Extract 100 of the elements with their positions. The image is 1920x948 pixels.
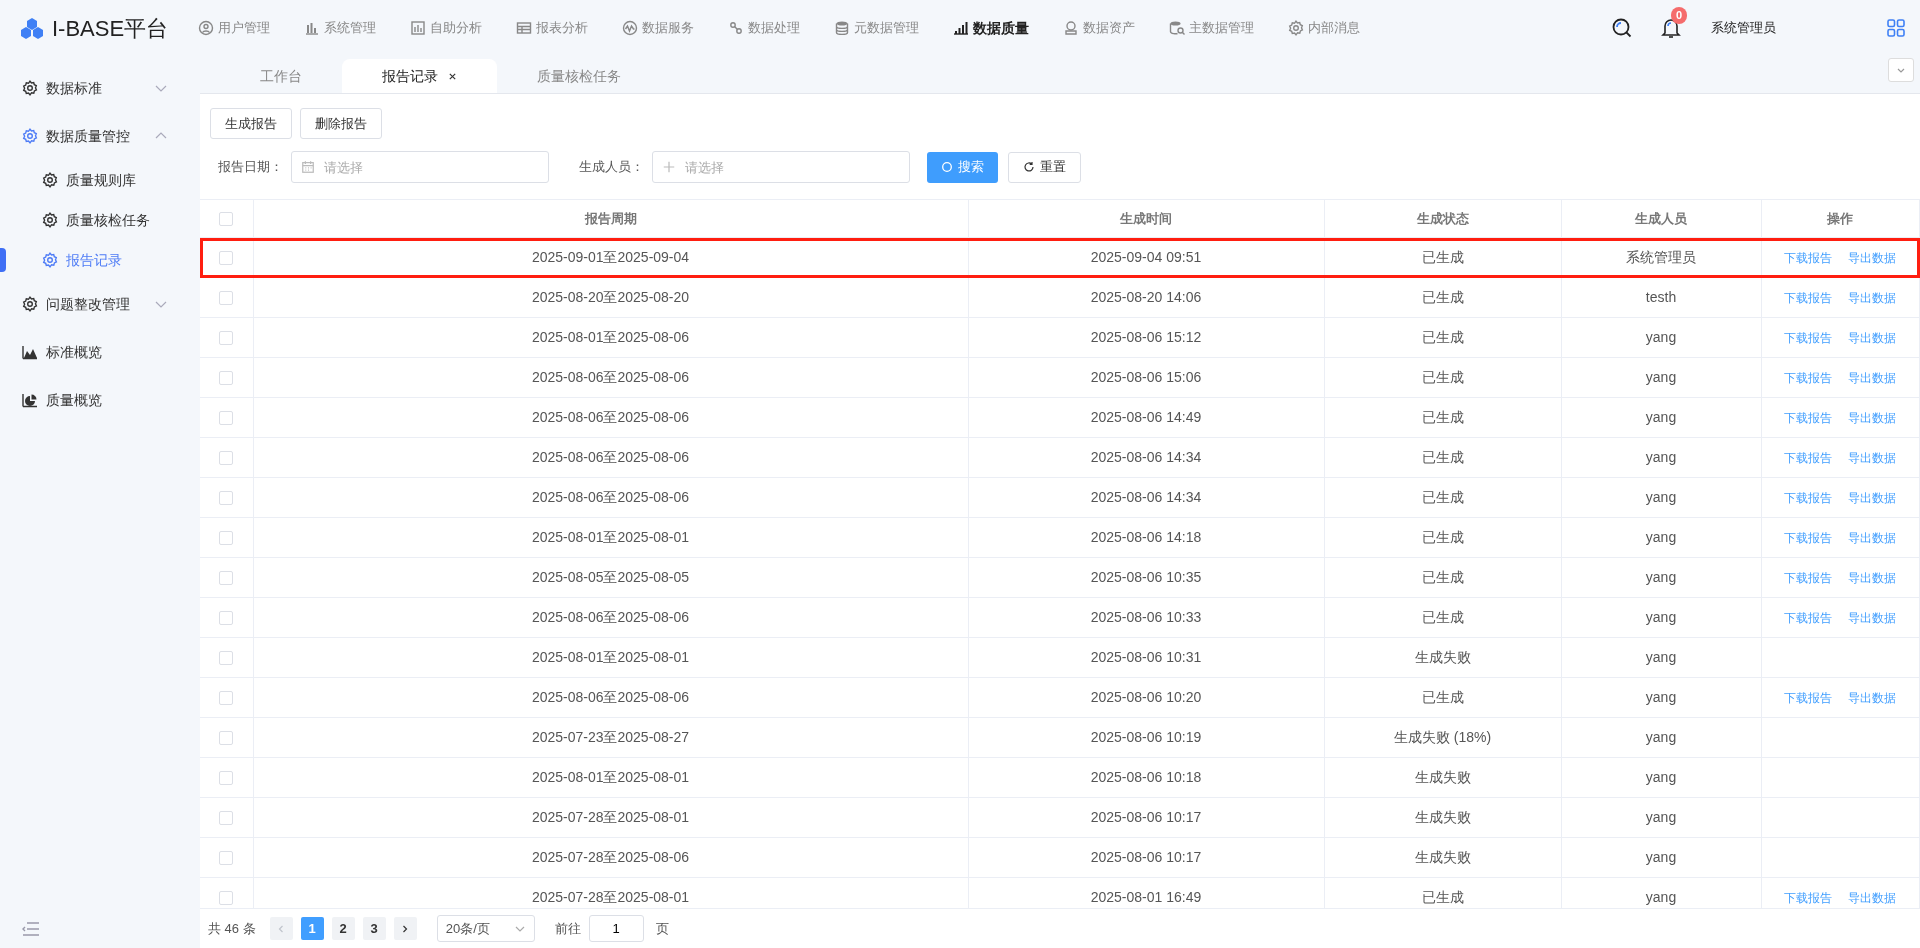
action-link[interactable]: 下载报告 bbox=[1784, 531, 1833, 545]
sidebar-item[interactable]: 标准概览 bbox=[0, 328, 200, 376]
action-link[interactable]: 下载报告 bbox=[1784, 251, 1833, 265]
settings-icon bbox=[1288, 20, 1305, 36]
page-input[interactable]: 1 bbox=[588, 915, 644, 942]
action-link[interactable]: 导出数据 bbox=[1848, 331, 1897, 345]
table-cell: 2025-08-06 10:19 bbox=[1090, 729, 1202, 745]
action-link[interactable]: 导出数据 bbox=[1848, 451, 1897, 465]
filter-field[interactable]: 请选择 bbox=[652, 151, 910, 183]
sidebar-item[interactable]: 质量核检任务 bbox=[0, 200, 200, 240]
table-cell: yang bbox=[1645, 409, 1677, 425]
nav-item[interactable]: 主数据管理 bbox=[1169, 18, 1255, 38]
action-link[interactable]: 导出数据 bbox=[1848, 251, 1897, 265]
action-link[interactable]: 下载报告 bbox=[1784, 291, 1833, 305]
nav-item[interactable]: 自助分析 bbox=[410, 18, 483, 38]
action-link[interactable]: 下载报告 bbox=[1784, 331, 1833, 345]
checkbox[interactable] bbox=[219, 411, 234, 426]
settings-icon bbox=[22, 296, 38, 312]
sidebar-item[interactable]: 数据标准 bbox=[0, 64, 200, 112]
nav-item[interactable]: 内部消息 bbox=[1288, 18, 1361, 38]
action-link[interactable]: 导出数据 bbox=[1848, 691, 1897, 705]
nav-item[interactable]: 数据质量 bbox=[953, 17, 1030, 39]
goto-label: 前往 bbox=[554, 919, 581, 938]
action-link[interactable]: 导出数据 bbox=[1848, 611, 1897, 625]
page-size-select[interactable]: 20条/页 bbox=[436, 915, 535, 942]
sidebar-item[interactable]: 数据质量管控 bbox=[0, 112, 200, 160]
sidebar-item[interactable]: 问题整改管理 bbox=[0, 280, 200, 328]
checkbox[interactable] bbox=[219, 731, 234, 746]
action-link[interactable]: 下载报告 bbox=[1784, 411, 1833, 425]
checkbox[interactable] bbox=[219, 571, 234, 586]
checkbox[interactable] bbox=[219, 331, 234, 346]
nav-item[interactable]: 系统管理 bbox=[304, 18, 377, 38]
action-link[interactable]: 下载报告 bbox=[1784, 891, 1833, 905]
action-link[interactable]: 导出数据 bbox=[1848, 411, 1897, 425]
action-link[interactable]: 下载报告 bbox=[1784, 691, 1833, 705]
action-link[interactable]: 下载报告 bbox=[1784, 571, 1833, 585]
toolbar-button[interactable]: 生成报告 bbox=[210, 108, 292, 139]
next-page-button[interactable] bbox=[393, 917, 417, 940]
table-cell: 已生成 bbox=[1421, 689, 1464, 705]
action-link[interactable]: 下载报告 bbox=[1784, 611, 1833, 625]
checkbox[interactable] bbox=[219, 651, 234, 666]
nav-item[interactable]: 数据资产 bbox=[1063, 18, 1136, 38]
search-icon bbox=[941, 161, 953, 173]
nav-item[interactable]: 数据服务 bbox=[622, 18, 695, 38]
checkbox[interactable] bbox=[219, 251, 234, 266]
checkbox[interactable] bbox=[219, 691, 234, 706]
action-link[interactable]: 下载报告 bbox=[1784, 491, 1833, 505]
filter-field[interactable]: 请选择 bbox=[291, 151, 549, 183]
checkbox[interactable] bbox=[219, 291, 234, 306]
user-name[interactable]: 系统管理员 bbox=[1711, 18, 1776, 38]
page-button[interactable]: 3 bbox=[362, 917, 386, 940]
action-link[interactable]: 导出数据 bbox=[1848, 531, 1897, 545]
reset-button[interactable]: 重置 bbox=[1008, 151, 1081, 183]
checkbox[interactable] bbox=[219, 851, 234, 866]
table-cell: 已生成 bbox=[1421, 489, 1464, 505]
coins-icon bbox=[1063, 20, 1080, 36]
checkbox[interactable] bbox=[219, 491, 234, 506]
action-link[interactable]: 导出数据 bbox=[1848, 291, 1897, 305]
page-button[interactable]: 1 bbox=[300, 917, 324, 940]
table-cell: 2025-08-06 15:06 bbox=[1090, 369, 1202, 385]
tab[interactable]: 质量核检任务 bbox=[497, 59, 661, 93]
table-cell: 已生成 bbox=[1421, 249, 1464, 265]
tab[interactable]: 工作台 bbox=[220, 59, 342, 93]
search-button[interactable]: 搜索 bbox=[927, 151, 998, 183]
checkbox[interactable] bbox=[219, 371, 234, 386]
action-link[interactable]: 导出数据 bbox=[1848, 491, 1897, 505]
table-icon bbox=[516, 20, 533, 36]
action-link[interactable]: 导出数据 bbox=[1848, 571, 1897, 585]
page-button[interactable]: 2 bbox=[331, 917, 355, 940]
nav-item[interactable]: 用户管理 bbox=[198, 18, 271, 38]
nav-item[interactable]: 报表分析 bbox=[516, 18, 589, 38]
pie-chart-icon bbox=[22, 392, 38, 408]
toolbar-button[interactable]: 删除报告 bbox=[300, 108, 382, 139]
table-cell: 生成失败 bbox=[1414, 849, 1471, 865]
column-header: 生成状态 bbox=[1416, 210, 1469, 226]
action-link[interactable]: 下载报告 bbox=[1784, 451, 1833, 465]
action-link[interactable]: 下载报告 bbox=[1784, 371, 1833, 385]
checkbox[interactable] bbox=[219, 771, 234, 786]
nav-item[interactable]: 元数据管理 bbox=[834, 18, 920, 38]
sidebar-item[interactable]: 质量规则库 bbox=[0, 160, 200, 200]
checkbox[interactable] bbox=[219, 611, 234, 626]
sidebar-item[interactable]: 报告记录 bbox=[0, 240, 200, 280]
table-cell: 生成失败 bbox=[1414, 769, 1471, 785]
nav-item[interactable]: 数据处理 bbox=[728, 18, 801, 38]
search-button[interactable] bbox=[1611, 17, 1633, 39]
checkbox[interactable] bbox=[219, 811, 234, 826]
action-link[interactable]: 导出数据 bbox=[1848, 891, 1897, 905]
collapse-sidebar-button[interactable] bbox=[22, 922, 40, 936]
action-link[interactable]: 导出数据 bbox=[1848, 371, 1897, 385]
table-cell: 2025-08-06 10:17 bbox=[1090, 849, 1202, 865]
sidebar-item[interactable]: 质量概览 bbox=[0, 376, 200, 424]
tab[interactable]: 报告记录 bbox=[342, 59, 497, 93]
checkbox[interactable] bbox=[219, 531, 234, 546]
checkbox[interactable] bbox=[219, 212, 234, 227]
notification-button[interactable] bbox=[1661, 17, 1681, 39]
apps-button[interactable] bbox=[1886, 18, 1906, 38]
checkbox[interactable] bbox=[219, 451, 234, 466]
tabs-dropdown-button[interactable] bbox=[1888, 58, 1914, 82]
search-icon bbox=[1611, 17, 1633, 39]
checkbox[interactable] bbox=[219, 891, 234, 906]
